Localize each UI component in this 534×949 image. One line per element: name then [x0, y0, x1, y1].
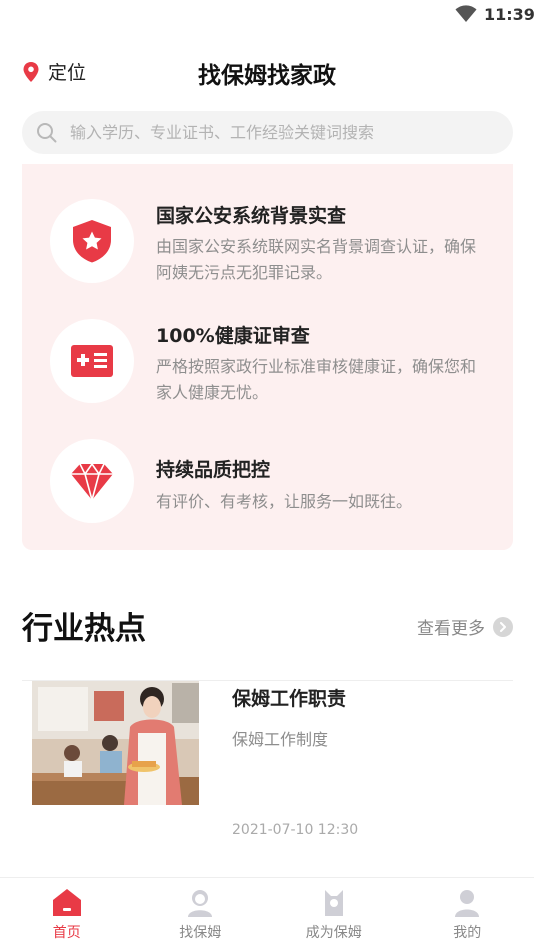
guarantee-title: 国家公安系统背景实查	[156, 205, 347, 227]
news-date: 2021-07-10 12:30	[232, 822, 359, 838]
bottom-tab-bar: 首页 找保姆 成为保姆 我的	[0, 877, 534, 949]
become-nanny-icon	[324, 890, 343, 916]
guarantee-panel: 国家公安系统背景实查 由国家公安系统联网实名背景调查认证，确保阿姨无污点无犯罪记…	[22, 164, 513, 550]
search-icon	[37, 123, 57, 143]
guarantee-desc: 由国家公安系统联网实名背景调查认证，确保阿姨无污点无犯罪记录。	[156, 237, 477, 282]
guarantee-desc: 有评价、有考核，让服务一如既往。	[156, 492, 413, 511]
status-time: 11:39	[484, 5, 534, 24]
tab-label: 首页	[52, 925, 81, 941]
section-title: 行业热点	[22, 611, 146, 647]
icon-circle	[50, 199, 134, 283]
hot-topics-header: 行业热点 查看更多	[22, 603, 513, 649]
tab-label: 成为保姆	[305, 925, 362, 941]
header: 定位 找保姆找家政	[0, 48, 534, 96]
status-bar: 11:39	[0, 0, 534, 30]
guarantee-title: 持续品质把控	[156, 459, 271, 481]
tab-home[interactable]: 首页	[0, 878, 134, 949]
view-more-link[interactable]: 查看更多	[417, 614, 513, 639]
tab-label: 找保姆	[179, 925, 222, 941]
page-title: 找保姆找家政	[198, 63, 336, 89]
news-subtitle: 保姆工作制度	[232, 730, 329, 749]
news-title: 保姆工作职责	[232, 688, 347, 710]
home-icon	[52, 889, 81, 916]
wifi-icon	[455, 5, 477, 22]
health-card-icon	[71, 345, 113, 377]
nanny-icon	[188, 890, 213, 917]
view-more-label: 查看更多	[417, 619, 485, 639]
news-item[interactable]: 保姆工作职责 保姆工作制度 2021-07-10 12:30	[32, 681, 513, 851]
tab-become-nanny[interactable]: 成为保姆	[267, 878, 401, 949]
search-bar[interactable]	[22, 111, 513, 154]
chevron-right-icon	[493, 616, 513, 637]
news-thumbnail	[32, 681, 199, 805]
shield-star-icon	[73, 220, 111, 263]
tab-find-nanny[interactable]: 找保姆	[134, 878, 268, 949]
diamond-icon	[71, 463, 113, 501]
icon-circle	[50, 439, 134, 523]
icon-circle	[50, 319, 134, 403]
guarantee-desc: 严格按照家政行业标准审核健康证，确保您和家人健康无忧。	[156, 357, 477, 402]
tab-mine[interactable]: 我的	[401, 878, 534, 949]
search-input[interactable]	[70, 111, 500, 154]
guarantee-title: 100%健康证审查	[156, 325, 310, 347]
user-icon	[455, 890, 480, 917]
tab-label: 我的	[453, 925, 482, 941]
